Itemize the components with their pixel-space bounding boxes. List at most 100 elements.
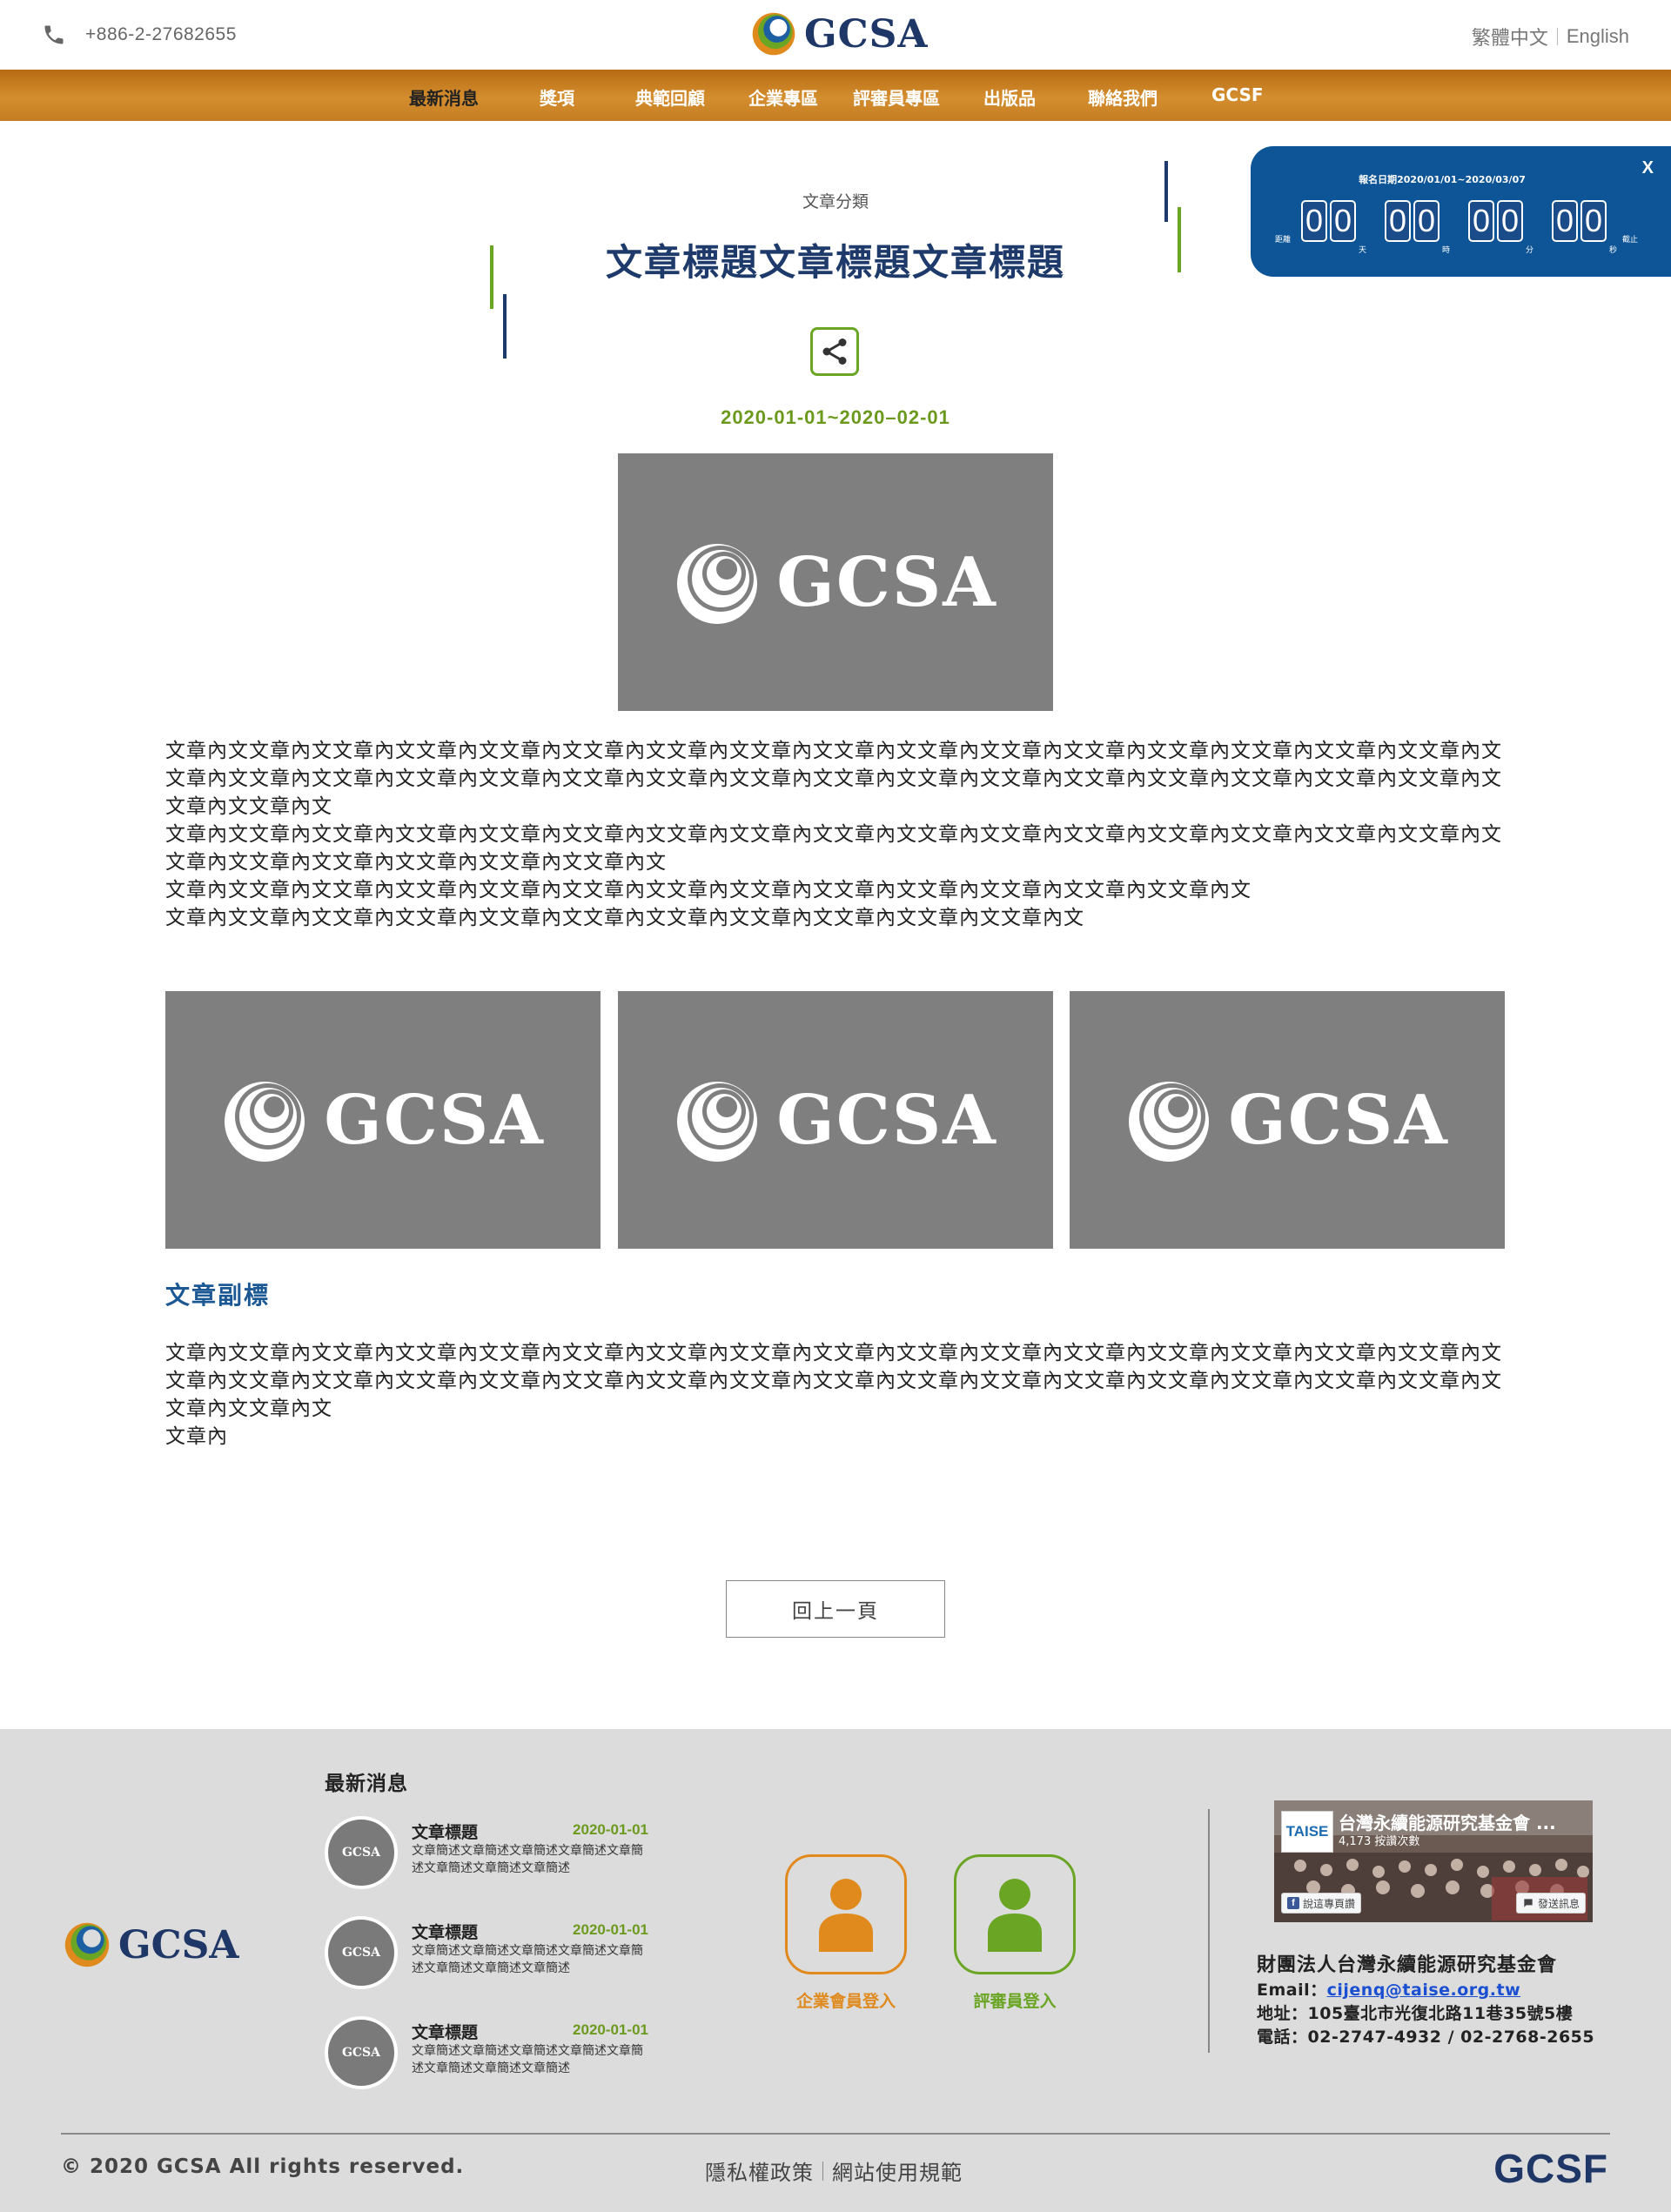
user-icon: [819, 1879, 873, 1952]
gcsa-logo-icon: [1129, 1082, 1210, 1162]
lang-divider: [1556, 28, 1558, 45]
footer-news-heading: 最新消息: [325, 1773, 408, 1795]
facebook-message-label: 發送訊息: [1537, 1897, 1580, 1910]
nav-item-judges[interactable]: 評審員專區: [853, 84, 940, 110]
article-subtitle: 文章副標: [165, 1281, 271, 1310]
countdown-close-button[interactable]: X: [1642, 158, 1654, 178]
facebook-message-button[interactable]: 發送訊息: [1515, 1893, 1586, 1914]
news-thumbnail: GCSA: [325, 1816, 398, 1889]
news-thumbnail: GCSA: [325, 2016, 398, 2089]
footer-rule: [61, 2133, 1610, 2135]
news-thumbnail: GCSA: [325, 1916, 398, 1989]
gallery-image-2[interactable]: GCSA: [618, 991, 1053, 1249]
gcsa-logo-icon: [225, 1082, 305, 1162]
judge-login-button[interactable]: [954, 1854, 1076, 1974]
terms-link[interactable]: 網站使用規範: [832, 2155, 963, 2186]
message-icon: [1524, 1899, 1533, 1907]
footer-divider: [1208, 1809, 1210, 2053]
company-login-button[interactable]: [785, 1854, 907, 1974]
footer-news-item[interactable]: GCSA 文章標題 2020-01-01 文章簡述文章簡述文章簡述文章簡述文章簡…: [325, 1816, 648, 1894]
logo-text: GCSA: [118, 1922, 239, 1967]
phone-number: +886-2-27682655: [85, 24, 237, 44]
nav-item-enterprise[interactable]: 企業專區: [748, 84, 818, 110]
paragraph: 文章內文文章內文文章內文文章內文文章內文文章內文文章內文文章內文文章內文文章內文…: [165, 907, 1084, 929]
phone-contact[interactable]: +886-2-27682655: [42, 23, 237, 47]
gcsf-logo[interactable]: GCSF: [1493, 2145, 1608, 2192]
facebook-like-count: 4,173 按讚次數: [1339, 1835, 1420, 1848]
top-bar: +886-2-27682655 GCSA 繁體中文 English: [0, 0, 1671, 70]
email-label: Email：: [1257, 1981, 1327, 2000]
facebook-like-label: 說這專頁讚: [1303, 1897, 1356, 1910]
image-placeholder-text: GCSA: [1228, 1080, 1449, 1160]
news-date: 2020-01-01: [573, 2021, 648, 2038]
contact-address: 地址：105臺北市光復北路11巷35號5樓: [1257, 2004, 1574, 2023]
back-button[interactable]: 回上一頁: [726, 1580, 945, 1638]
news-date: 2020-01-01: [573, 1921, 648, 1938]
gcsa-logo-icon: [677, 1082, 758, 1162]
nav-item-gcsf[interactable]: GCSF: [1211, 84, 1264, 105]
gcsa-logo-icon: [64, 1922, 110, 1967]
news-title: 文章標題: [412, 1923, 479, 1942]
copyright: © 2020 GCSA All rights reserved.: [61, 2155, 465, 2178]
privacy-link[interactable]: 隱私權政策: [705, 2155, 814, 2186]
language-switcher: 繁體中文 English: [1472, 23, 1629, 50]
article-category[interactable]: 文章分類: [0, 189, 1671, 212]
nav-item-publications[interactable]: 出版品: [983, 84, 1036, 110]
organization-name: 財團法人台灣永續能源研究基金會: [1257, 1954, 1558, 1976]
share-icon: [822, 339, 847, 365]
gallery-image-1[interactable]: GCSA: [165, 991, 601, 1249]
site-footer: GCSA 最新消息 GCSA 文章標題 2020-01-01 文章簡述文章簡述文…: [0, 1729, 1671, 2212]
article-hero-image: GCSA: [618, 453, 1053, 711]
gcsa-logo-icon: [677, 544, 758, 624]
site-logo[interactable]: GCSA: [750, 10, 929, 57]
main-nav: 最新消息 獎項 典範回顧 企業專區 評審員專區 出版品 聯絡我們 GCSF: [0, 70, 1671, 121]
image-placeholder-text: GCSA: [776, 1080, 997, 1160]
lang-zh-link[interactable]: 繁體中文: [1472, 23, 1548, 50]
paragraph: 文章內文文章內文文章內文文章內文文章內文文章內文文章內文文章內文文章內文文章內文…: [165, 767, 1502, 818]
article-body-2: 文章內文文章內文文章內文文章內文文章內文文章內文文章內文文章內文文章內文文章內文…: [165, 1339, 1506, 1451]
paragraph: 文章內文文章內文文章內文文章內文文章內文文章內文文章內文文章內文文章內文文章內文…: [165, 1342, 1502, 1364]
nav-item-review[interactable]: 典範回顧: [635, 84, 705, 110]
facebook-like-button[interactable]: f 說這專頁讚: [1281, 1893, 1362, 1914]
article-date-range: 2020-01-01~2020–02-01: [721, 406, 950, 428]
share-button[interactable]: [810, 327, 859, 376]
user-icon: [988, 1879, 1042, 1952]
article-body-1: 文章內文文章內文文章內文文章內文文章內文文章內文文章內文文章內文文章內文文章內文…: [165, 737, 1506, 932]
footer-logo[interactable]: GCSA: [63, 1920, 239, 1969]
paragraph: 文章內文文章內文文章內文文章內文文章內文文章內文文章內文文章內文文章內文文章內文…: [165, 823, 1502, 874]
paragraph: 文章內文文章內文文章內文文章內文文章內文文章內文文章內文文章內文文章內文文章內文…: [165, 1370, 1502, 1420]
facebook-page-widget[interactable]: TAISE 台灣永續能源研究基金會 ... 4,173 按讚次數 f 說這專頁讚…: [1274, 1800, 1593, 1922]
contact-phone: 電話：02-2747-4932 / 02-2768-2655: [1257, 2028, 1595, 2047]
company-login-label[interactable]: 企業會員登入: [776, 1988, 916, 2012]
facebook-icon: f: [1287, 1897, 1299, 1909]
nav-item-awards[interactable]: 獎項: [540, 84, 574, 110]
image-placeholder-text: GCSA: [776, 542, 997, 622]
thumbnail-text: GCSA: [341, 1846, 381, 1860]
thumbnail-text: GCSA: [341, 1946, 381, 1960]
paragraph: 文章內: [165, 1425, 228, 1448]
image-placeholder-text: GCSA: [324, 1080, 545, 1160]
taise-logo: TAISE: [1281, 1811, 1333, 1853]
footer-news-item[interactable]: GCSA 文章標題 2020-01-01 文章簡述文章簡述文章簡述文章簡述文章簡…: [325, 2016, 648, 2095]
footer-news-item[interactable]: GCSA 文章標題 2020-01-01 文章簡述文章簡述文章簡述文章簡述文章簡…: [325, 1916, 648, 1994]
news-date: 2020-01-01: [573, 1821, 648, 1838]
nav-item-contact[interactable]: 聯絡我們: [1088, 84, 1158, 110]
gallery-image-3[interactable]: GCSA: [1070, 991, 1505, 1249]
news-title: 文章標題: [412, 1823, 479, 1842]
lang-en-link[interactable]: English: [1567, 25, 1629, 48]
judge-login-label[interactable]: 評審員登入: [945, 1988, 1084, 2012]
news-description: 文章簡述文章簡述文章簡述文章簡述文章簡述文章簡述文章簡述文章簡述: [412, 1844, 643, 1875]
policy-links: 隱私權政策 網站使用規範: [705, 2155, 963, 2186]
article-title: 文章標題文章標題文章標題: [605, 241, 1065, 284]
policy-divider: [822, 2161, 823, 2181]
nav-item-news[interactable]: 最新消息: [409, 84, 479, 110]
logo-text: GCSA: [804, 11, 929, 57]
phone-icon: [42, 23, 66, 47]
news-description: 文章簡述文章簡述文章簡述文章簡述文章簡述文章簡述文章簡述文章簡述: [412, 2044, 643, 2075]
facebook-page-name[interactable]: 台灣永續能源研究基金會 ...: [1339, 1809, 1556, 1834]
paragraph: 文章內文文章內文文章內文文章內文文章內文文章內文文章內文文章內文文章內文文章內文…: [165, 879, 1252, 902]
paragraph: 文章內文文章內文文章內文文章內文文章內文文章內文文章內文文章內文文章內文文章內文…: [165, 740, 1502, 762]
news-title: 文章標題: [412, 2023, 479, 2042]
thumbnail-text: GCSA: [341, 2046, 381, 2060]
email-link[interactable]: cijenq@taise.org.tw: [1327, 1981, 1521, 2000]
